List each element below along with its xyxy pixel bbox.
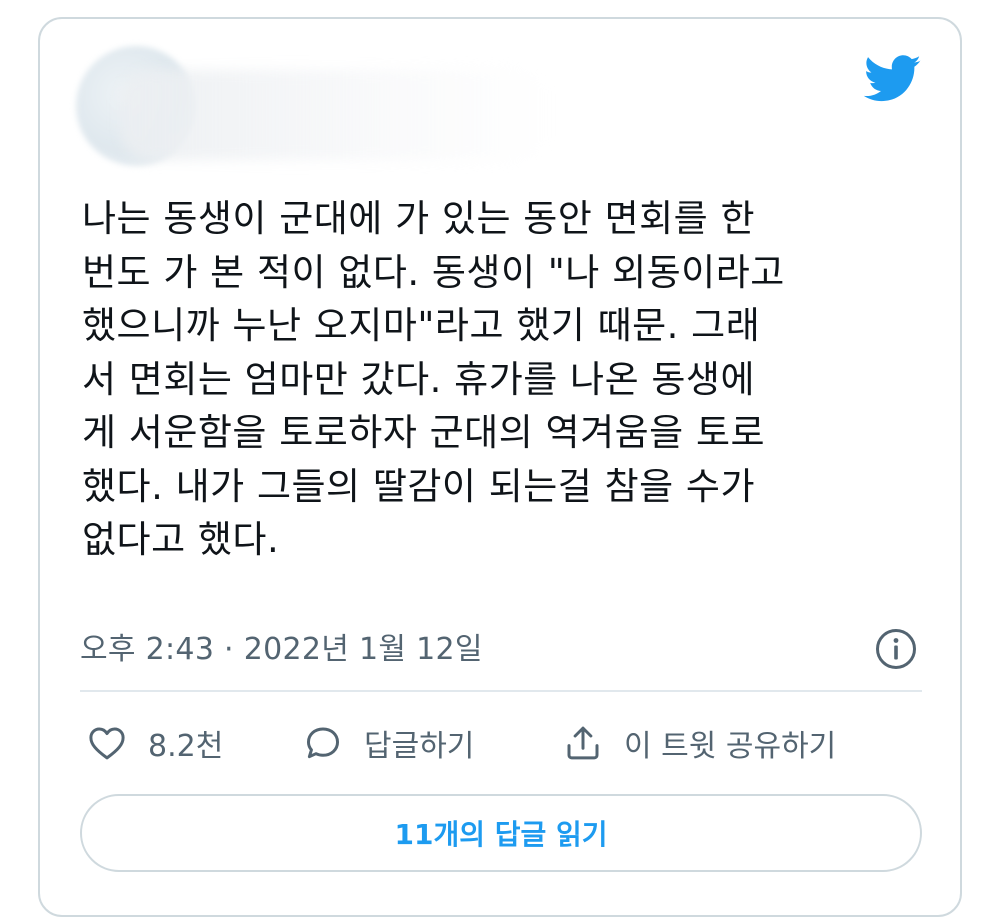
like-button[interactable]: 8.2천 bbox=[86, 718, 223, 768]
read-replies-button[interactable]: 11개의 답글 읽기 bbox=[80, 794, 922, 872]
reply-button[interactable]: 답글하기 bbox=[302, 718, 474, 768]
share-icon bbox=[567, 726, 599, 760]
share-button[interactable]: 이 트윗 공유하기 bbox=[562, 718, 836, 768]
tweet-timestamp[interactable]: 오후 2:43 · 2022년 1월 12일 bbox=[80, 624, 483, 668]
reply-label: 답글하기 bbox=[364, 729, 475, 764]
share-label: 이 트윗 공유하기 bbox=[624, 729, 837, 764]
twitter-bird-icon[interactable] bbox=[864, 55, 922, 103]
info-icon[interactable] bbox=[874, 627, 918, 671]
blurred-author-name bbox=[120, 70, 550, 160]
heart-icon bbox=[89, 727, 125, 760]
speech-bubble-icon bbox=[306, 727, 340, 759]
like-count: 8.2천 bbox=[148, 729, 224, 764]
tweet-text: 나는 동생이 군대에 가 있는 동안 면회를 한 번도 가 본 적이 없다. 동… bbox=[82, 197, 785, 561]
divider bbox=[80, 690, 922, 692]
